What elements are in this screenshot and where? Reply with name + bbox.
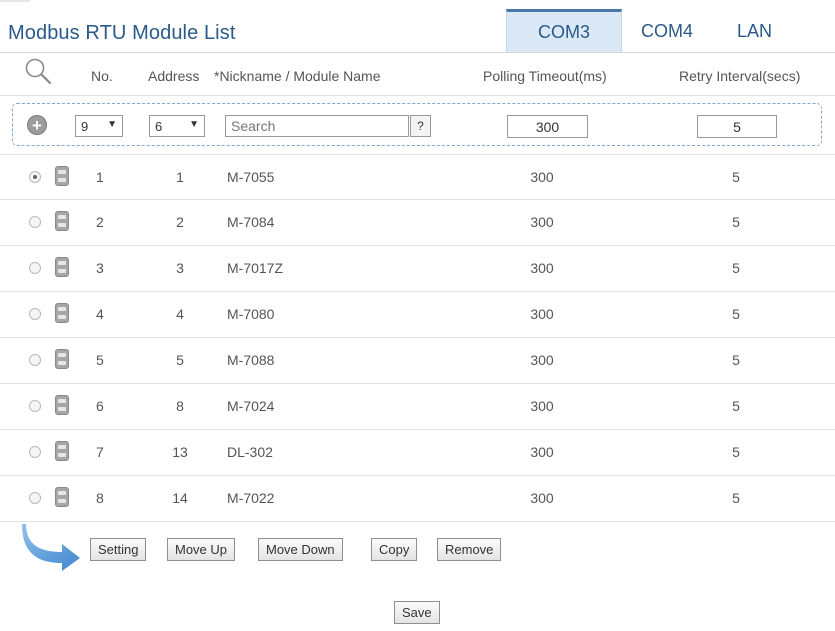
- help-button[interactable]: ?: [410, 115, 431, 137]
- row-module-name: M-7080: [227, 306, 275, 322]
- row-no: 2: [96, 214, 104, 230]
- tab-com4[interactable]: COM4: [622, 9, 712, 53]
- port-tabs: COM3 COM4 LAN: [506, 9, 782, 53]
- chevron-down-icon: ▼: [189, 119, 199, 130]
- setting-button[interactable]: Setting: [90, 538, 147, 561]
- tab-com3[interactable]: COM3: [506, 9, 622, 53]
- table-row: 7 13 DL-302 300 5: [0, 430, 835, 476]
- row-polling-timeout: 300: [530, 398, 554, 414]
- row-polling-timeout: 300: [530, 260, 554, 276]
- row-radio[interactable]: [29, 354, 41, 366]
- row-module-name: M-7024: [227, 398, 275, 414]
- row-no: 7: [96, 444, 104, 460]
- row-address: 13: [172, 444, 188, 460]
- search-icon[interactable]: [24, 57, 52, 85]
- row-radio[interactable]: [29, 308, 41, 320]
- module-icon: [55, 303, 69, 323]
- module-icon: [55, 257, 69, 277]
- table-row: 6 8 M-7024 300 5: [0, 384, 835, 430]
- top-divider: [0, 0, 30, 2]
- row-no: 4: [96, 306, 104, 322]
- row-retry-interval: 5: [732, 398, 740, 414]
- row-polling-timeout: 300: [530, 214, 554, 230]
- row-radio[interactable]: [29, 216, 41, 228]
- column-no: No.: [91, 68, 113, 84]
- module-icon: [55, 487, 69, 507]
- column-polling-timeout: Polling Timeout(ms): [483, 68, 607, 84]
- table-row: 5 5 M-7088 300 5: [0, 338, 835, 384]
- chevron-down-icon: ▼: [107, 119, 117, 130]
- no-select[interactable]: 9 ▼: [75, 115, 123, 137]
- row-address: 4: [176, 306, 184, 322]
- row-retry-interval: 5: [732, 444, 740, 460]
- save-button[interactable]: Save: [394, 601, 440, 624]
- table-row: 8 14 M-7022 300 5: [0, 476, 835, 522]
- row-no: 3: [96, 260, 104, 276]
- move-down-button[interactable]: Move Down: [258, 538, 343, 561]
- page-title: Modbus RTU Module List: [8, 22, 236, 44]
- plus-circle-icon[interactable]: +: [27, 115, 47, 135]
- module-icon: [55, 395, 69, 415]
- module-search-input[interactable]: Search: [225, 115, 409, 137]
- row-retry-interval: 5: [732, 306, 740, 322]
- row-module-name: DL-302: [227, 444, 273, 460]
- row-radio[interactable]: [29, 400, 41, 412]
- row-retry-interval: 5: [732, 490, 740, 506]
- row-polling-timeout: 300: [530, 169, 554, 185]
- table-row: 3 3 M-7017Z 300 5: [0, 246, 835, 292]
- table-row: 4 4 M-7080 300 5: [0, 292, 835, 338]
- move-up-button[interactable]: Move Up: [167, 538, 236, 561]
- row-address: 2: [176, 214, 184, 230]
- module-icon: [55, 166, 69, 186]
- table-header: No. Address *Nickname / Module Name Poll…: [0, 54, 835, 96]
- row-address: 3: [176, 260, 184, 276]
- row-radio[interactable]: [29, 446, 41, 458]
- tab-lan[interactable]: LAN: [712, 9, 782, 53]
- row-no: 6: [96, 398, 104, 414]
- row-address: 14: [172, 490, 188, 506]
- column-nickname: *Nickname / Module Name: [214, 68, 381, 84]
- row-module-name: M-7088: [227, 352, 275, 368]
- column-retry-interval: Retry Interval(secs): [679, 68, 801, 84]
- row-radio[interactable]: [29, 492, 41, 504]
- row-module-name: M-7084: [227, 214, 275, 230]
- row-polling-timeout: 300: [530, 306, 554, 322]
- polling-timeout-input[interactable]: 300: [507, 115, 588, 138]
- curved-arrow-icon: [22, 524, 80, 571]
- row-module-name: M-7022: [227, 490, 275, 506]
- remove-button[interactable]: Remove: [437, 538, 502, 561]
- address-select[interactable]: 6 ▼: [149, 115, 205, 137]
- module-icon: [55, 211, 69, 231]
- table-row: 1 1 M-7055 300 5: [0, 154, 835, 200]
- address-select-value: 6: [155, 118, 163, 134]
- row-module-name: M-7055: [227, 169, 275, 185]
- row-retry-interval: 5: [732, 214, 740, 230]
- row-radio[interactable]: [29, 262, 41, 274]
- row-polling-timeout: 300: [530, 490, 554, 506]
- module-icon: [55, 441, 69, 461]
- no-select-value: 9: [81, 118, 89, 134]
- row-address: 8: [176, 398, 184, 414]
- row-no: 5: [96, 352, 104, 368]
- row-polling-timeout: 300: [530, 352, 554, 368]
- table-row: 2 2 M-7084 300 5: [0, 200, 835, 246]
- row-retry-interval: 5: [732, 260, 740, 276]
- row-address: 5: [176, 352, 184, 368]
- row-radio[interactable]: [29, 171, 41, 183]
- header-divider: [0, 52, 835, 53]
- row-retry-interval: 5: [732, 169, 740, 185]
- module-list: 1 1 M-7055 300 5 2 2 M-7084 300 5 3 3 M-…: [0, 154, 835, 522]
- row-no: 1: [96, 169, 104, 185]
- row-retry-interval: 5: [732, 352, 740, 368]
- retry-interval-input[interactable]: 5: [697, 115, 777, 138]
- row-address: 1: [176, 169, 184, 185]
- row-module-name: M-7017Z: [227, 260, 284, 276]
- column-address: Address: [148, 68, 200, 84]
- row-no: 8: [96, 490, 104, 506]
- copy-button[interactable]: Copy: [371, 538, 418, 561]
- module-icon: [55, 349, 69, 369]
- row-polling-timeout: 300: [530, 444, 554, 460]
